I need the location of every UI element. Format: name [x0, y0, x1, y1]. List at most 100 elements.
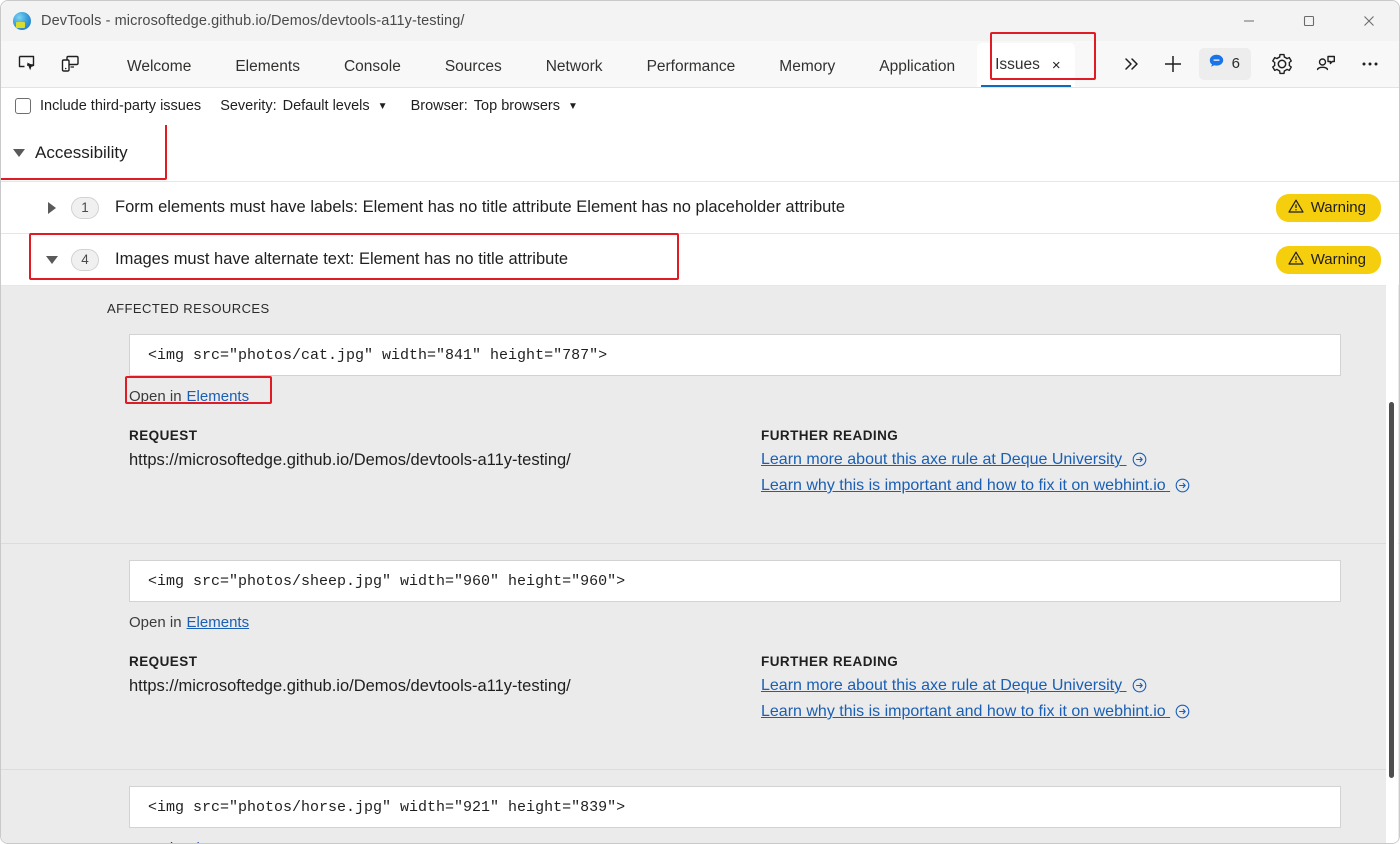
tab-sources[interactable]: Sources: [423, 47, 524, 87]
tab-label: Performance: [646, 58, 736, 75]
tab-application[interactable]: Application: [857, 47, 977, 87]
issue-row[interactable]: 1 Form elements must have labels: Elemen…: [1, 182, 1399, 234]
chevron-double-right-icon[interactable]: [1115, 48, 1147, 80]
status-badge: Warning: [1275, 193, 1381, 222]
request-heading: REQUEST: [129, 428, 198, 443]
issue-count-badge: 4: [71, 248, 99, 271]
chevron-down-icon[interactable]: ▼: [568, 101, 578, 112]
tab-label: Memory: [779, 58, 836, 75]
devtools-window: DevTools - microsoftedge.github.io/Demos…: [0, 0, 1400, 844]
request-url: https://microsoftedge.github.io/Demos/de…: [129, 677, 571, 695]
issue-title: Images must have alternate text: Element…: [115, 250, 569, 268]
further-reading-column: FURTHER READING Learn more about this ax…: [761, 654, 1375, 729]
status-badge: Warning: [1275, 245, 1381, 274]
tab-issues[interactable]: Issues ×: [977, 43, 1075, 87]
external-link-icon: [1175, 478, 1190, 498]
external-link-icon: [1132, 678, 1147, 698]
resource-code-box[interactable]: <img src="photos/sheep.jpg" width="960" …: [129, 560, 1341, 602]
tab-console[interactable]: Console: [322, 47, 423, 87]
severity-filter[interactable]: Severity: Default levels ▼: [220, 98, 387, 114]
include-third-party-issues-checkbox[interactable]: Include third-party issues: [15, 98, 201, 114]
issue-category-accessibility[interactable]: Accessibility: [1, 125, 1399, 182]
maximize-icon[interactable]: [1279, 1, 1339, 41]
tab-label: Elements: [235, 58, 300, 75]
tab-performance[interactable]: Performance: [625, 47, 758, 87]
minimize-icon[interactable]: [1219, 1, 1279, 41]
link-text: Learn why this is important and how to f…: [761, 703, 1166, 720]
browser-value: Top browsers: [473, 98, 561, 114]
further-reading-column: FURTHER READING Learn more about this ax…: [761, 428, 1375, 503]
window-controls: [1219, 1, 1399, 41]
browser-filter[interactable]: Browser: Top browsers ▼: [411, 98, 578, 114]
issues-filter-bar: Include third-party issues Severity: Def…: [1, 88, 1399, 125]
tab-network[interactable]: Network: [524, 47, 625, 87]
feedback-message-badge[interactable]: 6: [1198, 47, 1251, 80]
link-text: Learn more about this axe rule at Deque …: [761, 451, 1123, 468]
title-bar: DevTools - microsoftedge.github.io/Demos…: [1, 1, 1399, 41]
chevron-right-icon[interactable]: [43, 201, 61, 214]
tab-label: Console: [343, 58, 401, 75]
warning-triangle-icon: [1288, 250, 1304, 270]
window-title: DevTools - microsoftedge.github.io/Demos…: [41, 12, 465, 29]
resource-code-box[interactable]: <img src="photos/horse.jpg" width="921" …: [129, 786, 1341, 828]
close-icon[interactable]: ×: [1052, 58, 1061, 73]
checkbox-box[interactable]: [15, 98, 31, 114]
issue-row[interactable]: 4 Images must have alternate text: Eleme…: [1, 234, 1399, 286]
resource-code: <img src="photos/horse.jpg" width="921" …: [148, 798, 626, 816]
affected-resource-item: <img src="photos/sheep.jpg" width="960" …: [1, 543, 1399, 751]
more-options-icon[interactable]: [1353, 47, 1387, 81]
tab-welcome[interactable]: Welcome: [105, 47, 213, 87]
issue-count-badge: 1: [71, 196, 99, 219]
open-in-elements-link[interactable]: Elements: [187, 614, 250, 631]
open-in-elements-link[interactable]: Elements: [187, 840, 250, 843]
open-in-elements-link[interactable]: Elements: [187, 388, 250, 405]
request-url: https://microsoftedge.github.io/Demos/de…: [129, 451, 571, 469]
close-icon[interactable]: [1339, 1, 1399, 41]
resource-code-box[interactable]: <img src="photos/cat.jpg" width="841" he…: [129, 334, 1341, 376]
tab-label: Network: [545, 58, 603, 75]
chevron-down-icon[interactable]: [13, 149, 25, 157]
resource-code: <img src="photos/sheep.jpg" width="960" …: [148, 572, 626, 590]
link-text: Learn more about this axe rule at Deque …: [761, 677, 1123, 694]
open-in-label: Open in: [129, 840, 182, 843]
tab-label: Sources: [444, 58, 502, 75]
chevron-down-icon[interactable]: [43, 255, 61, 264]
open-in-elements: Open in Elements: [129, 614, 249, 631]
further-reading-heading: FURTHER READING: [761, 654, 899, 669]
request-column: REQUEST https://microsoftedge.github.io/…: [129, 654, 761, 729]
status-badge-label: Warning: [1310, 199, 1366, 216]
further-reading-link[interactable]: Learn why this is important and how to f…: [761, 703, 1375, 724]
issues-content: Accessibility 1 Form elements must have …: [1, 125, 1399, 843]
external-link-icon: [1132, 452, 1147, 472]
further-reading-link[interactable]: Learn why this is important and how to f…: [761, 477, 1375, 498]
message-count: 6: [1231, 55, 1240, 72]
plus-icon[interactable]: [1157, 48, 1189, 80]
vertical-scrollbar-thumb[interactable]: [1389, 402, 1394, 778]
devtools-tool-icons: [1, 40, 83, 87]
vertical-scrollbar-track[interactable]: [1386, 250, 1398, 843]
tab-label: Application: [879, 58, 956, 75]
warning-triangle-icon: [1288, 198, 1304, 218]
user-feedback-icon[interactable]: [1309, 47, 1343, 81]
chevron-down-icon[interactable]: ▼: [378, 101, 388, 112]
open-in-elements: Open in Elements: [129, 388, 249, 405]
browser-label: Browser:: [410, 98, 468, 114]
tab-memory[interactable]: Memory: [757, 47, 857, 87]
affected-resource-item: <img src="photos/horse.jpg" width="921" …: [1, 769, 1399, 843]
resource-code: <img src="photos/cat.jpg" width="841" he…: [148, 346, 608, 364]
external-link-icon: [1175, 704, 1190, 724]
resource-details: REQUEST https://microsoftedge.github.io/…: [129, 428, 1375, 503]
tab-strip: Welcome Elements Console Sources Network…: [1, 32, 1399, 88]
further-reading-link[interactable]: Learn more about this axe rule at Deque …: [761, 677, 1375, 698]
gear-icon[interactable]: [1265, 47, 1299, 81]
toolbar-right-actions: 6: [1115, 40, 1399, 87]
open-in-label: Open in: [129, 614, 182, 631]
open-in-elements: Open in Elements: [129, 840, 250, 843]
further-reading-link[interactable]: Learn more about this axe rule at Deque …: [761, 451, 1375, 472]
affected-resources-heading: AFFECTED RESOURCES: [107, 301, 270, 316]
inspect-element-icon[interactable]: [15, 51, 41, 77]
device-emulation-icon[interactable]: [57, 51, 83, 77]
request-heading: REQUEST: [129, 654, 198, 669]
tab-elements[interactable]: Elements: [213, 47, 322, 87]
resource-details: REQUEST https://microsoftedge.github.io/…: [129, 654, 1375, 729]
